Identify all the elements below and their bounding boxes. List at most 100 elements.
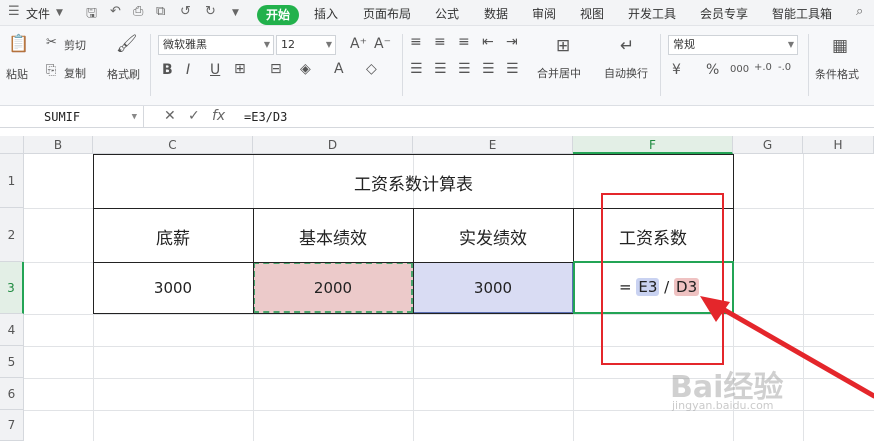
formula-input[interactable]: =E3/D3	[244, 106, 287, 128]
header-base-salary[interactable]: 底薪	[93, 224, 253, 249]
cell-e3[interactable]: 3000	[413, 279, 573, 297]
tab-review[interactable]: 审阅	[532, 5, 556, 22]
align-center-icon[interactable]: ☰	[434, 61, 447, 77]
customize-chevron-icon[interactable]: ▼	[232, 8, 239, 18]
copy-button[interactable]: 复制	[64, 65, 86, 81]
increase-font-icon[interactable]: A⁺	[350, 36, 367, 52]
align-middle-icon[interactable]: ≡	[434, 34, 446, 50]
ribbon-divider	[150, 34, 151, 96]
merge-center-button[interactable]: 合并居中	[537, 65, 581, 81]
align-right-icon[interactable]: ☰	[458, 61, 471, 77]
insert-function-icon[interactable]: fx	[212, 108, 225, 124]
chevron-down-icon: ▼	[263, 40, 270, 49]
wrap-text-button[interactable]: 自动换行	[604, 65, 648, 81]
chevron-down-icon: ▼	[325, 40, 332, 49]
ribbon-divider	[808, 34, 809, 96]
border-icon[interactable]: ⊞	[234, 61, 246, 77]
cut-button[interactable]: 剪切	[64, 37, 86, 53]
paste-icon[interactable]: 📋	[8, 34, 29, 54]
row-header-1[interactable]: 1	[0, 154, 24, 208]
copy-icon[interactable]: ⎘	[46, 63, 56, 78]
cell-d3[interactable]: 2000	[253, 279, 413, 297]
format-painter-button[interactable]: 格式刷	[107, 66, 140, 82]
number-format-select[interactable]: 常规 ▼	[668, 35, 798, 55]
scissors-icon[interactable]: ✂	[46, 35, 57, 50]
underline-icon[interactable]: U	[210, 62, 220, 78]
indent-decrease-icon[interactable]: ⇤	[482, 34, 494, 50]
indent-increase-icon[interactable]: ⇥	[506, 34, 518, 50]
menu-icon[interactable]: ☰	[8, 4, 20, 19]
chevron-down-icon[interactable]: ▼	[56, 8, 63, 18]
chevron-down-icon: ▼	[787, 40, 794, 49]
print-icon[interactable]: ⎙	[133, 4, 143, 19]
column-header-e[interactable]: E	[413, 136, 573, 154]
column-header-g[interactable]: G	[733, 136, 803, 154]
tab-formulas[interactable]: 公式	[435, 5, 459, 22]
distribute-icon[interactable]: ☰	[506, 61, 519, 77]
justify-icon[interactable]: ☰	[482, 61, 495, 77]
percent-icon[interactable]: %	[706, 62, 719, 78]
tab-page-layout[interactable]: 页面布局	[363, 5, 411, 22]
column-header-b[interactable]: B	[24, 136, 93, 154]
row-header-4[interactable]: 4	[0, 314, 24, 346]
tab-smart-toolbox[interactable]: 智能工具箱	[772, 5, 832, 22]
row-header-7[interactable]: 7	[0, 410, 24, 441]
header-basic-performance[interactable]: 基本绩效	[253, 224, 413, 249]
save-icon[interactable]: 🖫	[86, 4, 97, 26]
name-box[interactable]: SUMIF ▼	[0, 106, 144, 128]
tab-view[interactable]: 视图	[580, 5, 604, 22]
redo-icon[interactable]: ↻	[205, 4, 216, 19]
tab-insert[interactable]: 插入	[314, 5, 338, 22]
clear-format-icon[interactable]: ◇	[366, 61, 377, 77]
cancel-icon[interactable]: ✕	[164, 108, 176, 124]
italic-icon[interactable]: I	[186, 62, 190, 78]
menu-bar: ☰ 文件 ▼ 🖫 ↶ ⎙ ⧉ ↺ ↻ ▼ 开始 插入 页面布局 公式 数据 审阅…	[0, 0, 874, 26]
column-header-h[interactable]: H	[803, 136, 874, 154]
decrease-font-icon[interactable]: A⁻	[374, 36, 391, 52]
align-left-icon[interactable]: ☰	[410, 61, 423, 77]
decrease-decimal-icon[interactable]: -.0	[778, 62, 791, 73]
print-preview-icon[interactable]: ⧉	[156, 4, 165, 19]
row-header-5[interactable]: 5	[0, 346, 24, 378]
file-menu[interactable]: 文件	[26, 5, 50, 22]
font-name-select[interactable]: 微软雅黑 ▼	[158, 35, 274, 55]
wrap-text-icon[interactable]: ↵	[620, 36, 634, 56]
fill-color-icon[interactable]: ◈	[300, 61, 311, 77]
formula-bar: SUMIF ▼ ✕ ✓ fx =E3/D3	[0, 106, 874, 128]
confirm-icon[interactable]: ✓	[188, 108, 200, 124]
header-actual-performance[interactable]: 实发绩效	[413, 224, 573, 249]
ribbon-toolbar: 📋 粘贴 ✂ 剪切 ⎘ 复制 🖌 格式刷 微软雅黑 ▼ 12 ▼ A⁺ A⁻ B…	[0, 26, 874, 106]
increase-decimal-icon[interactable]: +.0	[754, 62, 772, 73]
tab-home[interactable]: 开始	[257, 5, 299, 25]
bold-icon[interactable]: B	[162, 62, 173, 78]
search-icon[interactable]: ⌕	[856, 4, 863, 19]
cell-c3[interactable]: 3000	[93, 279, 253, 297]
currency-icon[interactable]: ¥	[672, 62, 681, 78]
number-format-value: 常规	[673, 38, 695, 51]
tab-developer[interactable]: 开发工具	[628, 5, 676, 22]
tab-member[interactable]: 会员专享	[700, 5, 748, 22]
undo-history-icon[interactable]: ↶	[110, 4, 121, 19]
name-box-value: SUMIF	[44, 110, 81, 124]
undo-icon[interactable]: ↺	[180, 4, 191, 19]
merge-center-icon[interactable]: ⊞	[556, 36, 570, 56]
paste-button[interactable]: 粘贴	[6, 66, 28, 82]
column-header-d[interactable]: D	[253, 136, 413, 154]
column-header-c[interactable]: C	[93, 136, 253, 154]
row-header-3[interactable]: 3	[0, 262, 24, 314]
format-painter-icon[interactable]: 🖌	[116, 34, 138, 54]
font-color-icon[interactable]: A	[334, 61, 344, 77]
font-size-select[interactable]: 12 ▼	[276, 35, 336, 55]
conditional-format-button[interactable]: 条件格式	[815, 66, 859, 82]
align-top-icon[interactable]: ≡	[410, 34, 422, 50]
column-header-f[interactable]: F	[573, 136, 733, 154]
thousands-icon[interactable]: 000	[730, 64, 749, 75]
table-title[interactable]: 工资系数计算表	[93, 170, 734, 195]
conditional-format-icon[interactable]: ▦	[832, 36, 848, 56]
select-all-corner[interactable]	[0, 136, 24, 154]
align-bottom-icon[interactable]: ≡	[458, 34, 470, 50]
tab-data[interactable]: 数据	[484, 5, 508, 22]
row-header-2[interactable]: 2	[0, 208, 24, 262]
row-header-6[interactable]: 6	[0, 378, 24, 410]
merge-style-icon[interactable]: ⊟	[270, 61, 282, 77]
